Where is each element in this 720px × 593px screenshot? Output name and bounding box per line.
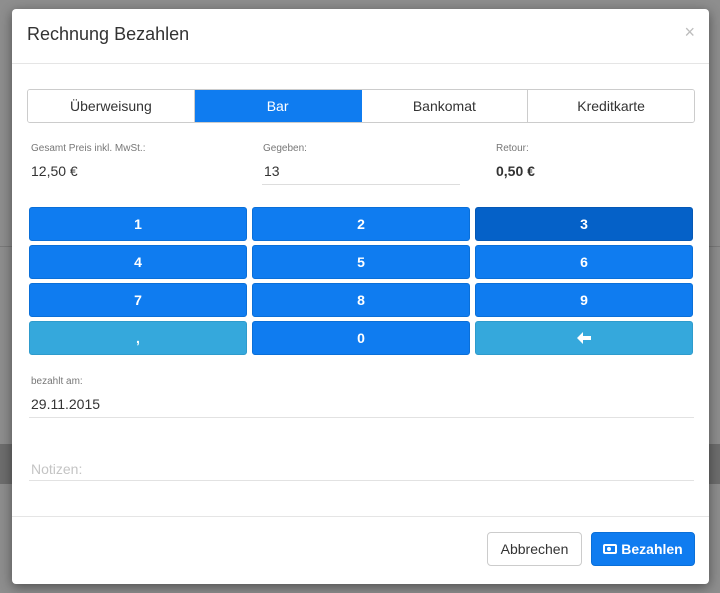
key-5[interactable]: 5 bbox=[252, 245, 470, 279]
dialog-header: Rechnung Bezahlen × bbox=[12, 9, 709, 64]
key-7[interactable]: 7 bbox=[29, 283, 247, 317]
tab-bankomat[interactable]: Bankomat bbox=[361, 90, 529, 122]
close-icon[interactable]: × bbox=[684, 23, 695, 41]
paid-on-label: bezahlt am: bbox=[31, 376, 83, 387]
notes-input[interactable] bbox=[29, 458, 694, 480]
given-label: Gegeben: bbox=[263, 143, 307, 154]
key-2[interactable]: 2 bbox=[252, 207, 470, 241]
paid-on-date-input[interactable] bbox=[29, 393, 694, 415]
date-underline bbox=[29, 417, 694, 418]
key-0[interactable]: 0 bbox=[252, 321, 470, 355]
tab-bar[interactable]: Bar bbox=[194, 90, 362, 122]
tab-ueberweisung[interactable]: Überweisung bbox=[28, 90, 195, 122]
key-9[interactable]: 9 bbox=[475, 283, 693, 317]
tab-kreditkarte[interactable]: Kreditkarte bbox=[528, 90, 694, 122]
notes-underline bbox=[29, 480, 694, 481]
payment-method-tabs: Überweisung Bar Bankomat Kreditkarte bbox=[27, 89, 695, 123]
total-label: Gesamt Preis inkl. MwSt.: bbox=[31, 143, 146, 154]
key-1[interactable]: 1 bbox=[29, 207, 247, 241]
money-icon bbox=[603, 544, 618, 554]
key-4[interactable]: 4 bbox=[29, 245, 247, 279]
key-3[interactable]: 3 bbox=[475, 207, 693, 241]
dialog-title: Rechnung Bezahlen bbox=[27, 24, 190, 44]
key-comma[interactable]: , bbox=[29, 321, 247, 355]
return-label: Retour: bbox=[496, 143, 529, 154]
arrow-left-icon bbox=[577, 332, 591, 344]
key-6[interactable]: 6 bbox=[475, 245, 693, 279]
total-value: 12,50 € bbox=[31, 163, 78, 179]
given-input[interactable] bbox=[262, 157, 460, 185]
pay-button[interactable]: Bezahlen bbox=[591, 532, 695, 566]
return-value: 0,50 € bbox=[496, 163, 535, 179]
payment-dialog: Rechnung Bezahlen × Überweisung Bar Bank… bbox=[12, 9, 709, 584]
key-8[interactable]: 8 bbox=[252, 283, 470, 317]
dialog-footer-divider bbox=[12, 516, 709, 517]
pay-button-label: Bezahlen bbox=[621, 541, 683, 557]
numeric-keypad: 1 2 3 4 5 6 7 8 9 , 0 bbox=[29, 207, 694, 355]
cancel-button[interactable]: Abbrechen bbox=[487, 532, 582, 566]
backspace-button[interactable] bbox=[475, 321, 693, 355]
